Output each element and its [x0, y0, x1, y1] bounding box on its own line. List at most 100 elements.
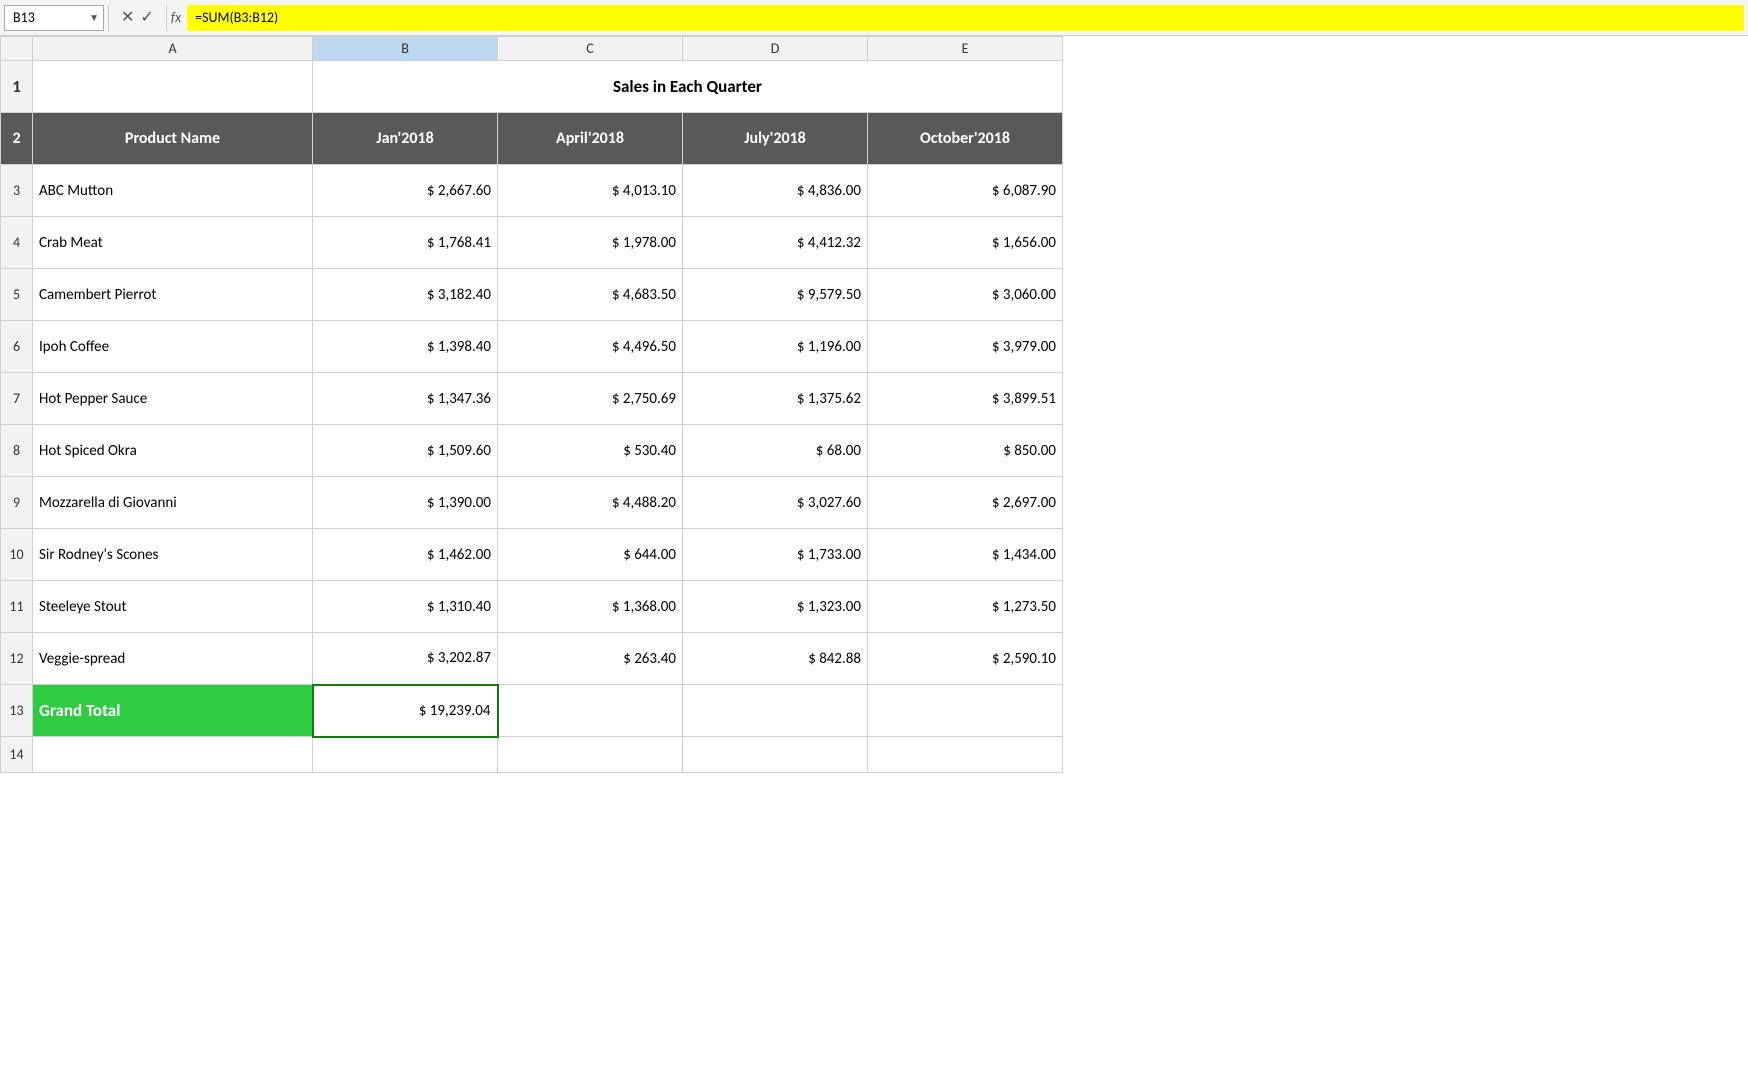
cell-a9[interactable]: Mozzarella di Giovanni [33, 477, 313, 529]
cell-a11[interactable]: Steeleye Stout [33, 581, 313, 633]
row-header-3[interactable]: 3 [1, 165, 33, 217]
cell-a5[interactable]: Camembert Pierrot [33, 269, 313, 321]
cell-b6[interactable]: $ 1,398.40 [313, 321, 498, 373]
row-header-4[interactable]: 4 [1, 217, 33, 269]
row-5: 5 Camembert Pierrot $ 3,182.40 $ 4,683.5… [1, 269, 1063, 321]
row-header-9[interactable]: 9 [1, 477, 33, 529]
row-9: 9 Mozzarella di Giovanni $ 1,390.00 $ 4,… [1, 477, 1063, 529]
cell-c4[interactable]: $ 1,978.00 [498, 217, 683, 269]
col-header-e[interactable]: E [868, 37, 1063, 61]
confirm-icon[interactable]: ✓ [140, 10, 153, 26]
cell-d11[interactable]: $ 1,323.00 [683, 581, 868, 633]
cell-e2[interactable]: October'2018 [868, 113, 1063, 165]
cell-e14[interactable] [868, 737, 1063, 773]
cell-c11[interactable]: $ 1,368.00 [498, 581, 683, 633]
cell-d14[interactable] [683, 737, 868, 773]
cell-e8[interactable]: $ 850.00 [868, 425, 1063, 477]
cell-d3[interactable]: $ 4,836.00 [683, 165, 868, 217]
cell-e11[interactable]: $ 1,273.50 [868, 581, 1063, 633]
cell-b13-total[interactable]: $ 19,239.04 [313, 685, 498, 737]
cell-e6[interactable]: $ 3,979.00 [868, 321, 1063, 373]
cell-a12[interactable]: Veggie-spread [33, 633, 313, 685]
cell-e12[interactable]: $ 2,590.10 [868, 633, 1063, 685]
cell-d7[interactable]: $ 1,375.62 [683, 373, 868, 425]
row-10: 10 Sir Rodney's Scones $ 1,462.00 $ 644.… [1, 529, 1063, 581]
cell-b2[interactable]: Jan'2018 [313, 113, 498, 165]
cell-b7[interactable]: $ 1,347.36 [313, 373, 498, 425]
cell-title[interactable]: Sales in Each Quarter [313, 61, 1063, 113]
row-4: 4 Crab Meat $ 1,768.41 $ 1,978.00 $ 4,41… [1, 217, 1063, 269]
cell-a2[interactable]: Product Name [33, 113, 313, 165]
cell-e3[interactable]: $ 6,087.90 [868, 165, 1063, 217]
cell-c9[interactable]: $ 4,488.20 [498, 477, 683, 529]
cell-a10[interactable]: Sir Rodney's Scones [33, 529, 313, 581]
cell-a13-grand-total[interactable]: Grand Total [33, 685, 313, 737]
cell-d5[interactable]: $ 9,579.50 [683, 269, 868, 321]
row-header-11[interactable]: 11 [1, 581, 33, 633]
row-header-7[interactable]: 7 [1, 373, 33, 425]
row-header-8[interactable]: 8 [1, 425, 33, 477]
cell-e13[interactable] [868, 685, 1063, 737]
cell-b3[interactable]: $ 2,667.60 [313, 165, 498, 217]
column-header-row: A B C D E [1, 37, 1063, 61]
cell-c12[interactable]: $ 263.40 [498, 633, 683, 685]
cell-b14[interactable] [313, 737, 498, 773]
cell-b10[interactable]: $ 1,462.00 [313, 529, 498, 581]
row-header-5[interactable]: 5 [1, 269, 33, 321]
cell-e5[interactable]: $ 3,060.00 [868, 269, 1063, 321]
cell-d6[interactable]: $ 1,196.00 [683, 321, 868, 373]
cell-ref-dropdown-arrow[interactable]: ▼ [89, 11, 99, 24]
cell-b4[interactable]: $ 1,768.41 [313, 217, 498, 269]
cancel-icon[interactable]: ✕ [121, 10, 134, 26]
col-header-b[interactable]: B [313, 37, 498, 61]
cell-a14[interactable] [33, 737, 313, 773]
cell-d13[interactable] [683, 685, 868, 737]
col-header-a[interactable]: A [33, 37, 313, 61]
cell-d8[interactable]: $ 68.00 [683, 425, 868, 477]
cell-e9[interactable]: $ 2,697.00 [868, 477, 1063, 529]
cell-e4[interactable]: $ 1,656.00 [868, 217, 1063, 269]
cell-a4[interactable]: Crab Meat [33, 217, 313, 269]
cell-c5[interactable]: $ 4,683.50 [498, 269, 683, 321]
cell-a7[interactable]: Hot Pepper Sauce [33, 373, 313, 425]
corner-header[interactable] [1, 37, 33, 61]
cell-d2[interactable]: July'2018 [683, 113, 868, 165]
cell-a8[interactable]: Hot Spiced Okra [33, 425, 313, 477]
col-header-d[interactable]: D [683, 37, 868, 61]
row-header-6[interactable]: 6 [1, 321, 33, 373]
cell-b9[interactable]: $ 1,390.00 [313, 477, 498, 529]
cell-e10[interactable]: $ 1,434.00 [868, 529, 1063, 581]
cell-c8[interactable]: $ 530.40 [498, 425, 683, 477]
cell-a1[interactable] [33, 61, 313, 113]
cell-d12[interactable]: $ 842.88 [683, 633, 868, 685]
row-13: 13 Grand Total $ 19,239.04 [1, 685, 1063, 737]
cell-b11[interactable]: $ 1,310.40 [313, 581, 498, 633]
cell-d9[interactable]: $ 3,027.60 [683, 477, 868, 529]
cell-b8[interactable]: $ 1,509.60 [313, 425, 498, 477]
cell-c13[interactable] [498, 685, 683, 737]
cell-b5[interactable]: $ 3,182.40 [313, 269, 498, 321]
cell-d4[interactable]: $ 4,412.32 [683, 217, 868, 269]
row-8: 8 Hot Spiced Okra $ 1,509.60 $ 530.40 $ … [1, 425, 1063, 477]
cell-d10[interactable]: $ 1,733.00 [683, 529, 868, 581]
cell-c14[interactable] [498, 737, 683, 773]
cell-e7[interactable]: $ 3,899.51 [868, 373, 1063, 425]
cell-c7[interactable]: $ 2,750.69 [498, 373, 683, 425]
col-header-c[interactable]: C [498, 37, 683, 61]
cell-c3[interactable]: $ 4,013.10 [498, 165, 683, 217]
cell-reference-box[interactable]: B13 ▼ [4, 5, 104, 31]
cell-c2[interactable]: April'2018 [498, 113, 683, 165]
row-header-1[interactable]: 1 [1, 61, 33, 113]
cell-a6[interactable]: Ipoh Coffee [33, 321, 313, 373]
cell-b12[interactable]: $ 3,202.87 [313, 633, 498, 685]
cell-a3[interactable]: ABC Mutton [33, 165, 313, 217]
row-header-13[interactable]: 13 [1, 685, 33, 737]
cell-c6[interactable]: $ 4,496.50 [498, 321, 683, 373]
cell-c10[interactable]: $ 644.00 [498, 529, 683, 581]
row-header-12[interactable]: 12 [1, 633, 33, 685]
row-11: 11 Steeleye Stout $ 1,310.40 $ 1,368.00 … [1, 581, 1063, 633]
formula-input[interactable] [187, 5, 1744, 31]
row-header-10[interactable]: 10 [1, 529, 33, 581]
row-header-2[interactable]: 2 [1, 113, 33, 165]
row-header-14[interactable]: 14 [1, 737, 33, 773]
